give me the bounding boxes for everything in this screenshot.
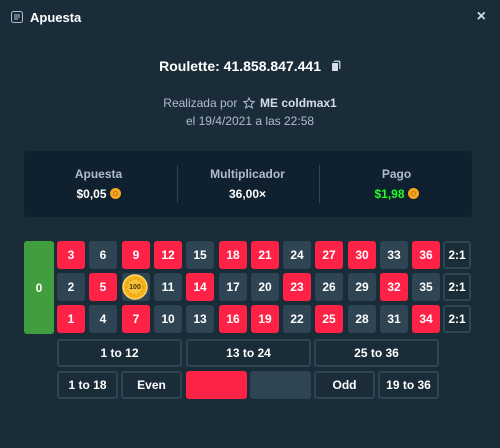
number-27[interactable]: 27 [315,241,343,269]
number-20[interactable]: 20 [251,273,279,301]
dozen-bet-3[interactable]: 25 to 36 [314,339,439,367]
coin-icon [407,188,419,199]
number-23[interactable]: 23 [283,273,311,301]
number-19[interactable]: 19 [251,305,279,333]
dozen-bet-1[interactable]: 1 to 12 [57,339,182,367]
number-12[interactable]: 12 [154,241,182,269]
number-zero[interactable]: 0 [24,241,54,334]
number-29[interactable]: 29 [348,273,376,301]
number-13[interactable]: 13 [186,305,214,333]
stat-payout-value: $1,98 [374,187,405,201]
star-icon [242,97,255,109]
stat-payout: Pago $1,98 [322,151,471,217]
made-by-prefix: Realizada por [163,96,238,110]
column-bet-2[interactable]: 2:1 [443,273,471,301]
high-bet[interactable]: 19 to 36 [378,371,439,399]
copy-icon[interactable] [330,60,341,72]
stat-multiplier: Multiplicador 36,00× [173,151,322,217]
stat-bet: Apuesta $0,05 [24,151,173,217]
low-bet[interactable]: 1 to 18 [57,371,118,399]
coin-icon [109,188,121,199]
bet-date: el 19/4/2021 a las 22:58 [185,114,315,128]
stat-multiplier-value: 36,00× [228,187,267,201]
number-6[interactable]: 6 [89,241,117,269]
number-1[interactable]: 1 [57,305,85,333]
number-15[interactable]: 15 [186,241,214,269]
bet-stats-panel: Apuesta $0,05 Multiplicador 36,00× Pago … [24,151,472,217]
stat-multiplier-label: Multiplicador [210,167,285,181]
number-35[interactable]: 35 [412,273,440,301]
modal-title: Apuesta [30,10,82,25]
stat-payout-value-row: $1,98 [322,187,471,201]
black-bet[interactable] [250,371,311,399]
number-17[interactable]: 17 [219,273,247,301]
stat-payout-label: Pago [381,167,412,181]
game-id: Roulette: 41.858.847.441 [0,58,500,74]
number-36[interactable]: 36 [412,241,440,269]
modal-header: Apuesta × [0,0,500,36]
odd-bet[interactable]: Odd [314,371,375,399]
ticket-icon [11,11,23,23]
stat-bet-value: $0,05 [76,187,107,201]
number-2[interactable]: 2 [57,273,85,301]
number-7[interactable]: 7 [122,305,150,333]
number-3[interactable]: 3 [57,241,85,269]
number-30[interactable]: 30 [348,241,376,269]
even-bet[interactable]: Even [121,371,182,399]
number-9[interactable]: 9 [122,241,150,269]
number-5[interactable]: 5 [89,273,117,301]
stat-bet-label: Apuesta [74,167,123,181]
number-18[interactable]: 18 [219,241,247,269]
stat-bet-value-row: $0,05 [24,187,173,201]
number-26[interactable]: 26 [315,273,343,301]
close-icon[interactable]: × [477,8,486,26]
number-21[interactable]: 21 [251,241,279,269]
dozen-bet-2[interactable]: 13 to 24 [186,339,311,367]
number-14[interactable]: 14 [186,273,214,301]
number-32[interactable]: 32 [380,273,408,301]
column-bet-1[interactable]: 2:1 [443,241,471,269]
column-bet-3[interactable]: 2:1 [443,305,471,333]
number-25[interactable]: 25 [315,305,343,333]
made-by: Realizada por ME coldmax1 [0,96,500,110]
number-34[interactable]: 34 [412,305,440,333]
number-24[interactable]: 24 [283,241,311,269]
number-22[interactable]: 22 [283,305,311,333]
number-11[interactable]: 11 [154,273,182,301]
bet-modal: Apuesta × Roulette: 41.858.847.441 Reali… [0,0,500,448]
number-28[interactable]: 28 [348,305,376,333]
number-16[interactable]: 16 [219,305,247,333]
number-10[interactable]: 10 [154,305,182,333]
red-bet[interactable] [186,371,247,399]
game-label: Roulette: 41.858.847.441 [159,58,321,74]
chip-value: 100 [129,283,141,291]
username-link[interactable]: ME coldmax1 [260,96,337,110]
number-31[interactable]: 31 [380,305,408,333]
number-33[interactable]: 33 [380,241,408,269]
divider [319,165,320,203]
number-4[interactable]: 4 [89,305,117,333]
